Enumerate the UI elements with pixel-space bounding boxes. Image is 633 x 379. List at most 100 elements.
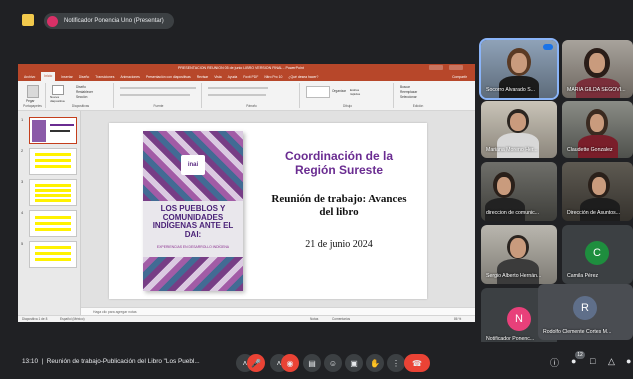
book-title: LOS PUEBLOS Y COMUNIDADES INDÍGENAS ANTE… [152, 204, 234, 239]
presenter-label: Notificador Ponencia Uno (Presentar) [64, 18, 164, 24]
ribbon-tab: Nitro Pro 10 [264, 74, 283, 79]
more-options-icon[interactable]: ⋮ [387, 354, 405, 372]
ribbon-item: Seleccionar [400, 95, 417, 99]
slide-number: 5 [21, 241, 24, 246]
ribbon-tab: Revisar [196, 74, 209, 79]
ribbon-item: Organizar [332, 89, 346, 93]
participant-tile[interactable]: Sergio Alberto Hernán... [481, 225, 557, 284]
lock-icon[interactable]: ● [626, 356, 631, 366]
meet-logo-icon [22, 14, 34, 26]
more-options-icon[interactable] [543, 44, 553, 50]
share-label: Compartir [452, 74, 467, 79]
participant-tile[interactable]: Socorro Alvarado S... [479, 38, 559, 100]
top-bar: Notificador Ponencia Uno (Presentar) [0, 0, 633, 42]
slide-subheading: Reunión de trabajo: Avances del libro [271, 193, 407, 218]
slide-editor: inai LOS PUEBLOS Y COMUNIDADES INDÍGENAS… [81, 111, 475, 315]
ribbon-group-clipboard: Pegar Portapapeles [20, 83, 46, 108]
slide-thumbnail [29, 179, 77, 206]
ribbon-group-label: Diapositivas [71, 104, 90, 108]
participant-name: Dirección de Asuntos... [567, 210, 621, 216]
participant-name: Sergio Alberto Hernán... [486, 273, 542, 279]
raise-hand-icon[interactable]: ✋ [366, 354, 384, 372]
ribbon-group-label: Edición [412, 104, 424, 108]
participant-tile[interactable]: MARIA GILDA SEGOVI... [562, 40, 633, 98]
participant-name: Claudette Gonzalez [567, 147, 613, 153]
participant-name: MARIA GILDA SEGOVI... [567, 87, 626, 93]
camera-off-icon[interactable]: ◉ [281, 354, 299, 372]
ribbon-item: Sección [76, 95, 88, 99]
mic-off-icon[interactable]: 🎤 [247, 354, 265, 372]
ribbon-tab: Diseño [78, 74, 90, 79]
participant-name: Socorro Alvarado S... [486, 87, 536, 93]
presenter-avatar [47, 15, 58, 27]
status-notes: Notas [310, 317, 319, 321]
people-icon[interactable]: ● [571, 356, 576, 366]
participant-name: Mariana Moreno Her... [486, 147, 538, 153]
ribbon-tab: Ayuda [227, 74, 238, 79]
ribbon-item: Restablecer [76, 90, 94, 94]
participant-tile[interactable]: R Rodolfo Clemente Cortes M... [538, 284, 633, 340]
meeting-controls-bar: 13:10 | Reunión de trabajo-Publicación d… [0, 342, 633, 379]
ribbon-group-font: Fuente [116, 83, 202, 108]
participant-tile[interactable]: direccion de comunic... [481, 162, 557, 221]
meeting-time: 13:10 | Reunión de trabajo-Publicación d… [22, 358, 200, 365]
slide-thumbnail [29, 210, 77, 237]
participant-avatar: R [573, 296, 597, 320]
powerpoint-ribbon-tabs: Archivo Inicio Insertar Diseño Transicio… [18, 72, 475, 81]
meeting-title: Reunión de trabajo-Publicación del Libro… [46, 358, 200, 365]
status-language: Español (México) [60, 317, 85, 321]
slide-date: 21 de junio 2024 [305, 239, 373, 250]
shared-screen: PRESENTACION REUNION 05 de junio LIBRO V… [18, 64, 475, 322]
ribbon-group-label: Párrafo [246, 104, 257, 108]
powerpoint-title-bar: PRESENTACION REUNION 05 de junio LIBRO V… [18, 64, 475, 72]
status-slide-count: Diapositiva 1 de 8 [22, 317, 48, 321]
participant-name: Rodolfo Clemente Cortes M... [543, 329, 612, 335]
presenter-chip[interactable]: Notificador Ponencia Uno (Presentar) [44, 13, 174, 29]
participant-name: direccion de comunic... [486, 210, 540, 216]
ribbon-item: Estilos rápidos [350, 88, 361, 96]
ribbon-item: Diseño [76, 85, 86, 89]
emoji-icon[interactable]: ☺ [324, 354, 342, 372]
present-screen-icon[interactable]: ▣ [345, 354, 363, 372]
activities-icon[interactable]: △ [608, 356, 615, 367]
ribbon-tab: Vista [214, 74, 222, 79]
ribbon-tab: Animaciones [120, 74, 140, 79]
participant-avatar: C [585, 241, 609, 265]
participant-count-badge: 12 [575, 351, 585, 359]
ribbon-tab: Archivo [24, 74, 36, 79]
slide-number: 4 [21, 210, 24, 215]
ribbon-tab: Insertar [61, 74, 73, 79]
participant-avatar: N [507, 307, 531, 331]
notes-pane: Haga clic para agregar notas [81, 307, 475, 315]
slide-number: 2 [21, 148, 24, 153]
inai-logo: inai [181, 155, 205, 175]
powerpoint-status-bar: Diapositiva 1 de 8 Español (México) Nota… [18, 315, 475, 322]
book-subtitle: EXPERIENCIAS EN DESARROLLO INDÍGENA [156, 245, 230, 249]
ribbon-tab: Presentación con diapositivas [145, 74, 191, 79]
chat-icon[interactable]: □ [590, 356, 595, 366]
slide-thumbnail [29, 148, 77, 175]
participant-tile[interactable]: Mariana Moreno Her... [481, 101, 557, 158]
leave-call-button[interactable]: ☎ [404, 354, 430, 372]
slide-number: 1 [21, 117, 24, 122]
ribbon-tab: Foxit PDF [243, 74, 259, 79]
ribbon-group-drawing: Organizar Estilos rápidos Dibujo [302, 83, 394, 108]
ribbon-tab-active: Inicio [41, 72, 56, 81]
participant-tile[interactable]: C Camila Pérez [562, 225, 633, 284]
slide-thumbnail-pane: 1 2 3 4 5 [18, 111, 81, 315]
window-controls-icon [449, 65, 463, 70]
slide-number: 3 [21, 179, 24, 184]
signin-box [429, 65, 443, 70]
ribbon-tab: ¿Qué desea hacer? [288, 74, 319, 79]
slide-heading: Coordinación de la Región Sureste [284, 149, 393, 177]
captions-icon[interactable]: ▤ [303, 354, 321, 372]
info-icon[interactable]: ⓘ [550, 356, 559, 369]
ribbon-item: Pegar [26, 99, 35, 103]
ribbon-group-label: Fuente [153, 104, 164, 108]
current-slide: inai LOS PUEBLOS Y COMUNIDADES INDÍGENAS… [109, 123, 427, 299]
book-cover-image: inai LOS PUEBLOS Y COMUNIDADES INDÍGENAS… [143, 131, 243, 291]
powerpoint-window-title: PRESENTACION REUNION 05 de junio LIBRO V… [178, 66, 304, 70]
participant-tile[interactable]: Dirección de Asuntos... [562, 162, 633, 221]
ribbon-item: Nueva diapositiva [50, 95, 65, 103]
participant-tile[interactable]: Claudette Gonzalez [562, 101, 633, 158]
